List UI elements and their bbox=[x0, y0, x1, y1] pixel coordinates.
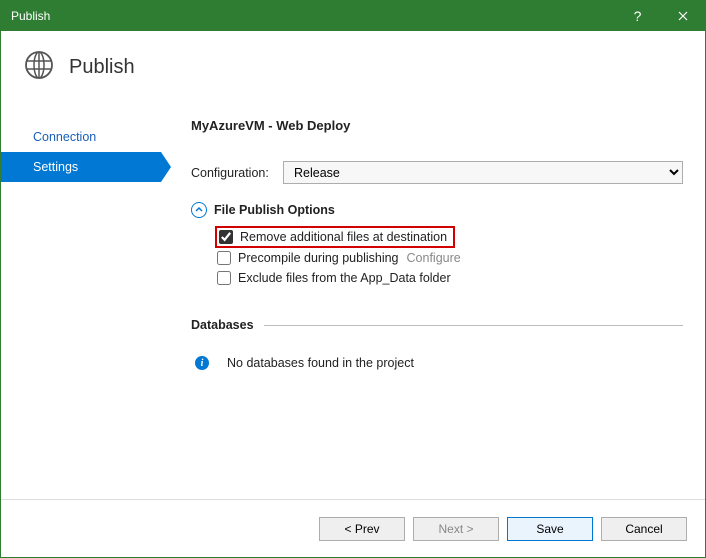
checkbox-remove-additional[interactable] bbox=[219, 230, 233, 244]
option-precompile[interactable]: Precompile during publishing Configure bbox=[215, 248, 683, 268]
close-icon bbox=[678, 11, 688, 21]
option-exclude-appdata[interactable]: Exclude files from the App_Data folder bbox=[215, 268, 683, 288]
checkbox-exclude-appdata[interactable] bbox=[217, 271, 231, 285]
file-publish-options-label: File Publish Options bbox=[214, 203, 335, 217]
sidebar: Connection Settings bbox=[1, 100, 161, 498]
configure-link[interactable]: Configure bbox=[407, 251, 461, 265]
titlebar[interactable]: Publish ? bbox=[1, 1, 705, 31]
dialog-footer: < Prev Next > Save Cancel bbox=[1, 499, 705, 557]
configuration-label: Configuration: bbox=[191, 166, 283, 180]
help-button[interactable]: ? bbox=[615, 1, 660, 31]
cancel-button[interactable]: Cancel bbox=[601, 517, 687, 541]
dialog-title: Publish bbox=[69, 56, 135, 79]
next-button[interactable]: Next > bbox=[413, 517, 499, 541]
info-icon: i bbox=[195, 356, 209, 370]
sidebar-item-label: Settings bbox=[33, 160, 78, 174]
databases-message: No databases found in the project bbox=[227, 356, 414, 370]
configuration-row: Configuration: Release bbox=[191, 161, 683, 184]
option-remove-additional[interactable]: Remove additional files at destination bbox=[215, 226, 455, 248]
databases-label: Databases bbox=[191, 318, 254, 332]
configuration-select[interactable]: Release bbox=[283, 161, 683, 184]
option-label: Remove additional files at destination bbox=[240, 230, 447, 244]
file-publish-options-header: File Publish Options bbox=[191, 202, 683, 218]
sidebar-item-settings[interactable]: Settings bbox=[1, 152, 161, 182]
sidebar-item-connection[interactable]: Connection bbox=[1, 122, 161, 152]
publish-dialog: Publish ? Publish Connection Settings bbox=[0, 0, 706, 558]
divider bbox=[264, 325, 683, 326]
option-label: Precompile during publishing bbox=[238, 251, 399, 265]
close-button[interactable] bbox=[660, 1, 705, 31]
save-button[interactable]: Save bbox=[507, 517, 593, 541]
file-publish-options: Remove additional files at destination P… bbox=[191, 226, 683, 288]
databases-message-row: i No databases found in the project bbox=[191, 356, 683, 370]
publish-icon bbox=[23, 49, 55, 86]
collapse-toggle[interactable] bbox=[191, 202, 207, 218]
prev-button[interactable]: < Prev bbox=[319, 517, 405, 541]
option-label: Exclude files from the App_Data folder bbox=[238, 271, 451, 285]
window-title: Publish bbox=[11, 9, 50, 23]
dialog-header: Publish bbox=[1, 31, 705, 100]
sidebar-item-label: Connection bbox=[33, 130, 96, 144]
page-title: MyAzureVM - Web Deploy bbox=[191, 118, 683, 133]
databases-header: Databases bbox=[191, 318, 683, 332]
checkbox-precompile[interactable] bbox=[217, 251, 231, 265]
chevron-up-icon bbox=[195, 206, 203, 214]
content-panel: MyAzureVM - Web Deploy Configuration: Re… bbox=[161, 100, 705, 498]
